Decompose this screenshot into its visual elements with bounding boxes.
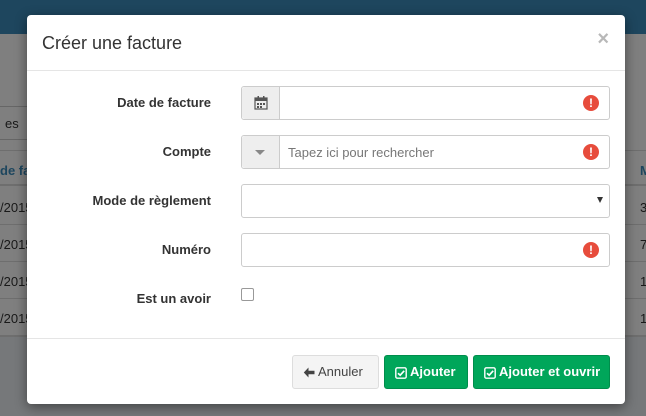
add-and-open-label: Ajouter et ouvrir — [499, 364, 601, 379]
close-icon[interactable]: × — [597, 29, 609, 49]
check-square-icon — [484, 366, 496, 379]
date-input[interactable]: ! — [241, 86, 610, 120]
error-icon: ! — [583, 144, 599, 160]
form-row-number: Numéro ! — [27, 233, 625, 267]
select-arrow-icon — [597, 197, 603, 203]
number-input[interactable]: ! — [241, 233, 610, 267]
account-placeholder: Tapez ici pour rechercher — [288, 145, 434, 160]
account-label: Compte — [162, 144, 211, 159]
form-row-date: Date de facture ! — [27, 86, 625, 120]
number-label: Numéro — [161, 242, 211, 257]
calendar-icon[interactable] — [242, 87, 280, 119]
payment-mode-label: Mode de règlement — [92, 193, 211, 208]
modal-header: Créer une facture × — [27, 15, 625, 71]
account-dropdown-toggle[interactable] — [242, 136, 280, 168]
check-square-icon — [395, 366, 407, 379]
modal-title: Créer une facture — [42, 33, 183, 53]
modal-body: Date de facture ! Compte Tapez ici pour … — [27, 71, 625, 339]
add-label: Ajouter — [410, 364, 456, 379]
arrow-left-icon — [303, 367, 315, 378]
cancel-label: Annuler — [318, 364, 363, 379]
caret-down-icon — [255, 150, 265, 155]
error-icon: ! — [583, 95, 599, 111]
account-search-input[interactable]: Tapez ici pour rechercher ! — [241, 135, 610, 169]
cancel-button[interactable]: Annuler — [292, 355, 379, 389]
credit-note-checkbox[interactable] — [241, 288, 254, 301]
modal-footer: Annuler Ajouter Ajouter et ouvrir — [27, 339, 625, 403]
add-and-open-button[interactable]: Ajouter et ouvrir — [473, 355, 610, 389]
form-row-account: Compte Tapez ici pour rechercher ! — [27, 135, 625, 169]
credit-note-label: Est un avoir — [136, 291, 211, 306]
form-row-credit-note: Est un avoir — [27, 284, 625, 318]
form-row-payment-mode: Mode de règlement — [27, 184, 625, 218]
add-button[interactable]: Ajouter — [384, 355, 468, 389]
payment-mode-select[interactable] — [241, 184, 610, 218]
date-label: Date de facture — [117, 95, 211, 110]
create-invoice-modal: Créer une facture × Date de facture ! Co… — [27, 15, 625, 404]
error-icon: ! — [583, 242, 599, 258]
